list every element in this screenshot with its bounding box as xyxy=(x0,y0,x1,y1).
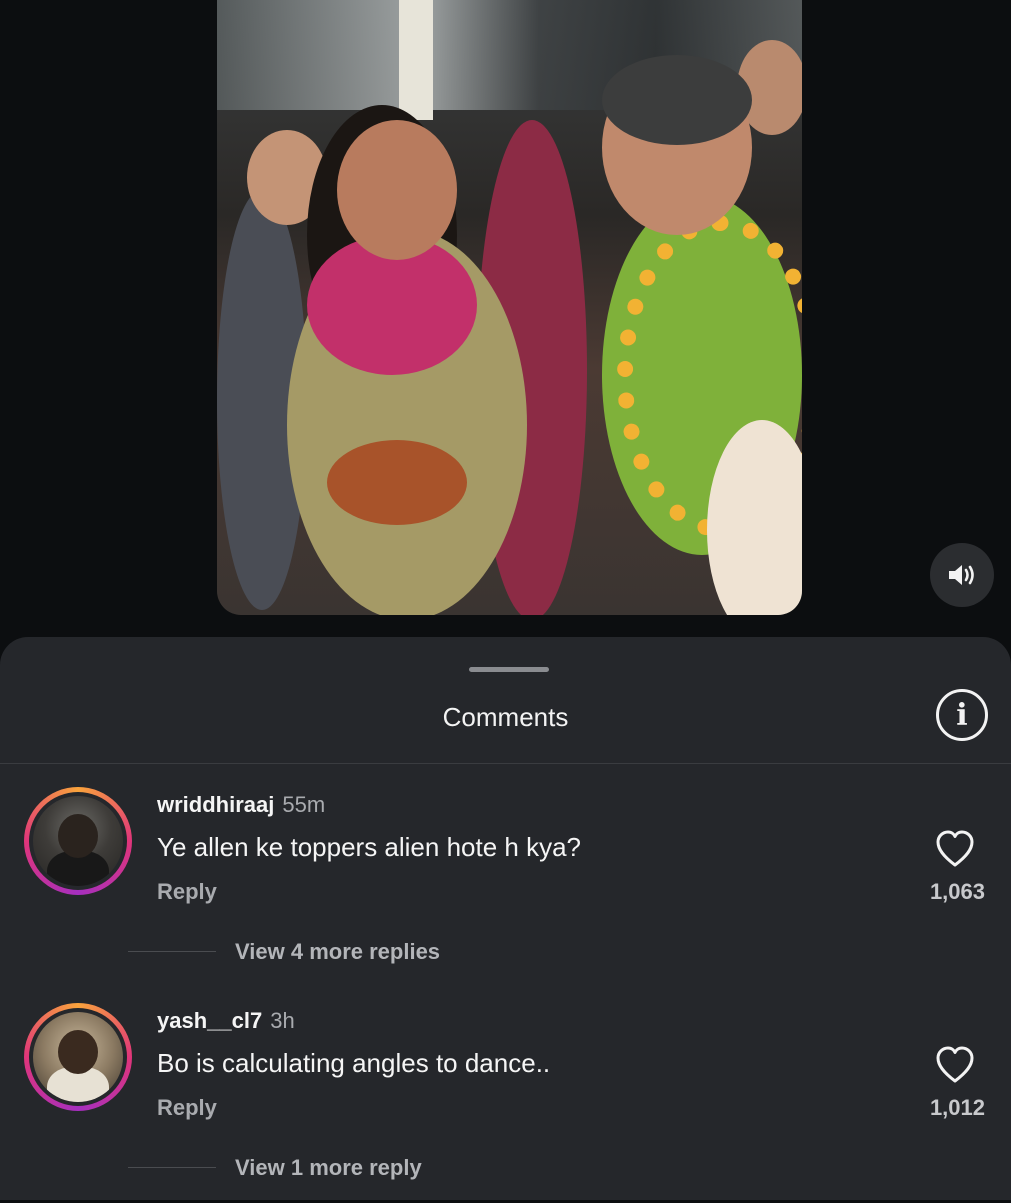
like-count: 1,012 xyxy=(929,1095,985,1120)
heart-icon[interactable] xyxy=(935,830,975,868)
view-more-replies-button[interactable]: View 1 more reply xyxy=(235,1155,422,1181)
like-count: 1,063 xyxy=(929,879,985,904)
comments-sheet: Comments i wriddhiraaj 55m Ye allen ke to… xyxy=(0,637,1011,1200)
comment-text: Bo is calculating angles to dance.. xyxy=(157,1048,551,1078)
heart-icon[interactable] xyxy=(935,1046,975,1084)
reply-button[interactable]: Reply xyxy=(157,1095,217,1121)
comment-time: 55m xyxy=(282,792,326,817)
reel-video[interactable] xyxy=(217,0,802,615)
avatar-figure xyxy=(58,1030,98,1074)
comment-time: 3h xyxy=(270,1008,295,1033)
video-pillar xyxy=(399,0,433,120)
video-woman xyxy=(337,120,457,260)
avatar-image xyxy=(33,1012,123,1102)
video-bag xyxy=(327,440,467,525)
comment-item: yash__cl7 3h Bo is calculating angles to … xyxy=(0,1003,1011,1203)
info-glyph: i xyxy=(956,697,968,733)
sound-toggle-button[interactable] xyxy=(930,543,994,607)
avatar[interactable] xyxy=(24,1003,132,1111)
comment-username[interactable]: yash__cl7 3h xyxy=(157,1008,295,1034)
comments-title: Comments xyxy=(442,702,569,732)
info-icon[interactable]: i xyxy=(936,689,988,741)
comment-username[interactable]: wriddhiraaj 55m xyxy=(157,792,325,818)
speaker-volume-icon xyxy=(949,565,974,585)
avatar-image xyxy=(33,796,123,886)
avatar[interactable] xyxy=(24,787,132,895)
view-more-replies-button[interactable]: View 4 more replies xyxy=(235,939,440,965)
username-text[interactable]: yash__cl7 xyxy=(157,1008,262,1033)
drag-handle[interactable] xyxy=(469,667,549,672)
comment-item: wriddhiraaj 55m Ye allen ke toppers alien… xyxy=(0,787,1011,987)
username-text[interactable]: wriddhiraaj xyxy=(157,792,274,817)
comment-text: Ye allen ke toppers alien hote h kya? xyxy=(157,832,582,862)
video-man xyxy=(602,55,752,145)
replies-divider xyxy=(128,1167,216,1168)
replies-divider xyxy=(128,951,216,952)
avatar-figure xyxy=(58,814,98,858)
divider xyxy=(0,763,1011,764)
reply-button[interactable]: Reply xyxy=(157,879,217,905)
